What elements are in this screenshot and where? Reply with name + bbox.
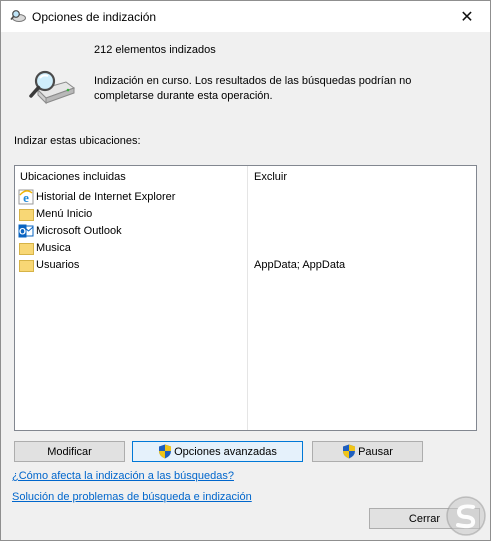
- location-label: Microsoft Outlook: [36, 225, 122, 237]
- column-header-exclude[interactable]: Excluir: [254, 171, 287, 183]
- internet-explorer-icon: e: [18, 189, 34, 205]
- title-bar: Opciones de indización ✕: [1, 1, 490, 32]
- indexed-items-count: 212 elementos indizados: [94, 44, 216, 56]
- list-item[interactable]: Usuarios AppData; AppData: [18, 257, 474, 274]
- folder-icon: [18, 206, 34, 222]
- indexing-options-window: Opciones de indización ✕ 212 elementos i…: [0, 0, 491, 541]
- folder-icon: [18, 240, 34, 256]
- advanced-options-button-label: Opciones avanzadas: [174, 445, 277, 458]
- indexing-status-message: Indización en curso. Los resultados de l…: [94, 75, 412, 102]
- list-item[interactable]: O Microsoft Outlook: [18, 223, 474, 240]
- location-label: Musica: [36, 242, 71, 254]
- indexing-options-icon: [10, 10, 26, 22]
- modify-button-label: Modificar: [47, 445, 92, 458]
- window-title: Opciones de indización: [32, 10, 157, 24]
- uac-shield-icon: [159, 444, 172, 459]
- advanced-options-button[interactable]: Opciones avanzadas: [132, 441, 303, 462]
- location-label: Menú Inicio: [36, 208, 93, 220]
- exclude-value: AppData; AppData: [254, 259, 346, 271]
- close-button[interactable]: ✕: [444, 1, 490, 32]
- svg-text:O: O: [19, 227, 26, 237]
- close-icon: ✕: [460, 8, 474, 26]
- list-item[interactable]: e Historial de Internet Explorer: [18, 189, 474, 206]
- troubleshoot-link[interactable]: Solución de problemas de búsqueda e indi…: [12, 491, 252, 503]
- how-indexing-affects-link[interactable]: ¿Cómo afecta la indización a las búsqued…: [12, 470, 234, 482]
- column-header-included[interactable]: Ubicaciones incluidas: [20, 171, 126, 183]
- folder-icon: [18, 257, 34, 273]
- modify-button[interactable]: Modificar: [14, 441, 125, 462]
- uac-shield-icon: [343, 444, 356, 459]
- pause-button-label: Pausar: [358, 445, 393, 458]
- indexing-drive-icon: [29, 70, 76, 105]
- close-dialog-button-label: Cerrar: [408, 512, 441, 525]
- locations-list[interactable]: Ubicaciones incluidas Excluir e Historia…: [14, 165, 477, 431]
- list-item[interactable]: Musica: [18, 240, 474, 257]
- outlook-icon: O: [18, 224, 34, 238]
- list-item[interactable]: Menú Inicio: [18, 206, 474, 223]
- location-label: Usuarios: [36, 259, 80, 271]
- location-label: Historial de Internet Explorer: [36, 191, 176, 203]
- index-locations-label: Indizar estas ubicaciones:: [14, 135, 141, 147]
- pause-button[interactable]: Pausar: [312, 441, 423, 462]
- watermark-logo: [446, 496, 486, 536]
